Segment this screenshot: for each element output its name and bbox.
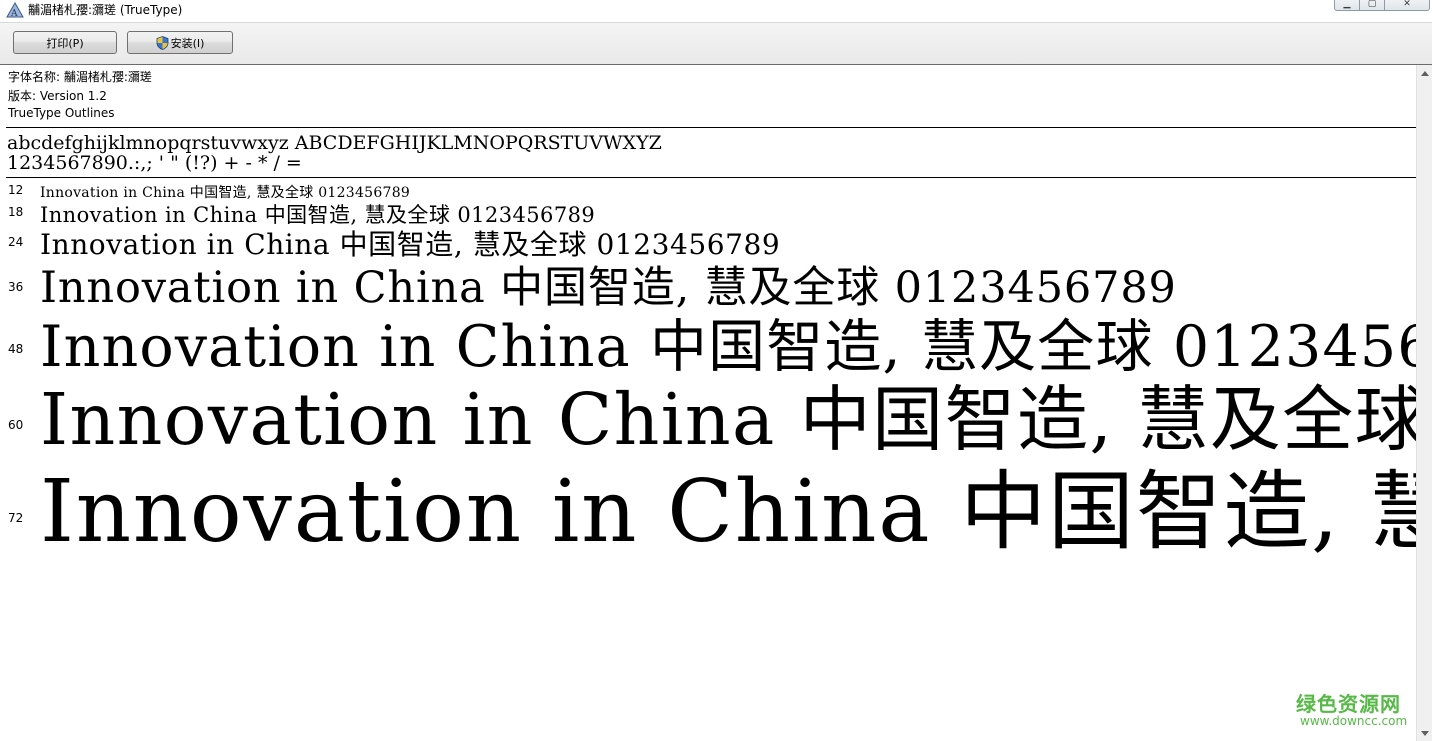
- window-controls: ▁ ▢ ✕: [1334, 0, 1430, 11]
- maximize-icon: ▢: [1367, 0, 1377, 9]
- sample-size-label: 48: [8, 342, 24, 356]
- scroll-down-button[interactable]: [1417, 725, 1432, 741]
- install-button[interactable]: 安装(I): [127, 31, 233, 54]
- sample-size-label: 24: [8, 235, 24, 249]
- vertical-scrollbar[interactable]: [1416, 65, 1432, 741]
- watermark-title: 绿色资源网: [1296, 692, 1401, 716]
- minimize-button[interactable]: ▁: [1334, 0, 1360, 11]
- font-preview-pane: 字体名称: 黼湄楮札孾:瀰瑳 版本: Version 1.2 TrueType …: [0, 65, 1416, 741]
- site-watermark: 绿色资源网 www.downcc.com: [1296, 688, 1414, 732]
- font-name-line: 字体名称: 黼湄楮札孾:瀰瑳: [8, 70, 152, 84]
- toolbar: 打印(P) 安装(I): [0, 23, 1432, 65]
- divider-top: [6, 127, 1416, 128]
- svg-text:A: A: [10, 9, 18, 18]
- charset-digits-symbols: 1234567890.:,; ' " (!?) + - * / =: [7, 152, 302, 174]
- close-icon: ✕: [1403, 0, 1411, 9]
- install-button-label: 安装(I): [170, 36, 205, 50]
- scroll-up-button[interactable]: [1417, 65, 1432, 81]
- font-outline-line: TrueType Outlines: [8, 106, 115, 120]
- window-title: 黼湄楮札孾:瀰瑳 (TrueType): [28, 3, 183, 17]
- arrow-up-icon: [1420, 70, 1429, 76]
- minimize-icon: ▁: [1343, 0, 1351, 9]
- charset-letters: abcdefghijklmnopqrstuvwxyz ABCDEFGHIJKLM…: [7, 132, 662, 154]
- font-app-icon: A: [6, 2, 24, 18]
- print-button[interactable]: 打印(P): [13, 31, 117, 54]
- maximize-button[interactable]: ▢: [1360, 0, 1385, 11]
- sample-size-label: 36: [8, 280, 24, 294]
- font-version-line: 版本: Version 1.2: [8, 89, 107, 103]
- close-button[interactable]: ✕: [1385, 0, 1430, 11]
- print-button-label: 打印(P): [46, 36, 84, 50]
- arrow-down-icon: [1420, 730, 1429, 736]
- sample-size-label: 12: [8, 183, 24, 197]
- uac-shield-icon: [156, 35, 168, 50]
- watermark-url: www.downcc.com: [1300, 714, 1408, 728]
- divider-bottom: [6, 177, 1416, 178]
- sample-size-label: 18: [8, 205, 24, 219]
- sample-text: Innovation in China 中国智造, 慧及全球 012345678…: [40, 462, 1416, 562]
- sample-size-label: 60: [8, 418, 24, 432]
- title-bar: A 黼湄楮札孾:瀰瑳 (TrueType) ▁ ▢ ✕: [0, 0, 1432, 23]
- sample-size-label: 72: [8, 511, 24, 525]
